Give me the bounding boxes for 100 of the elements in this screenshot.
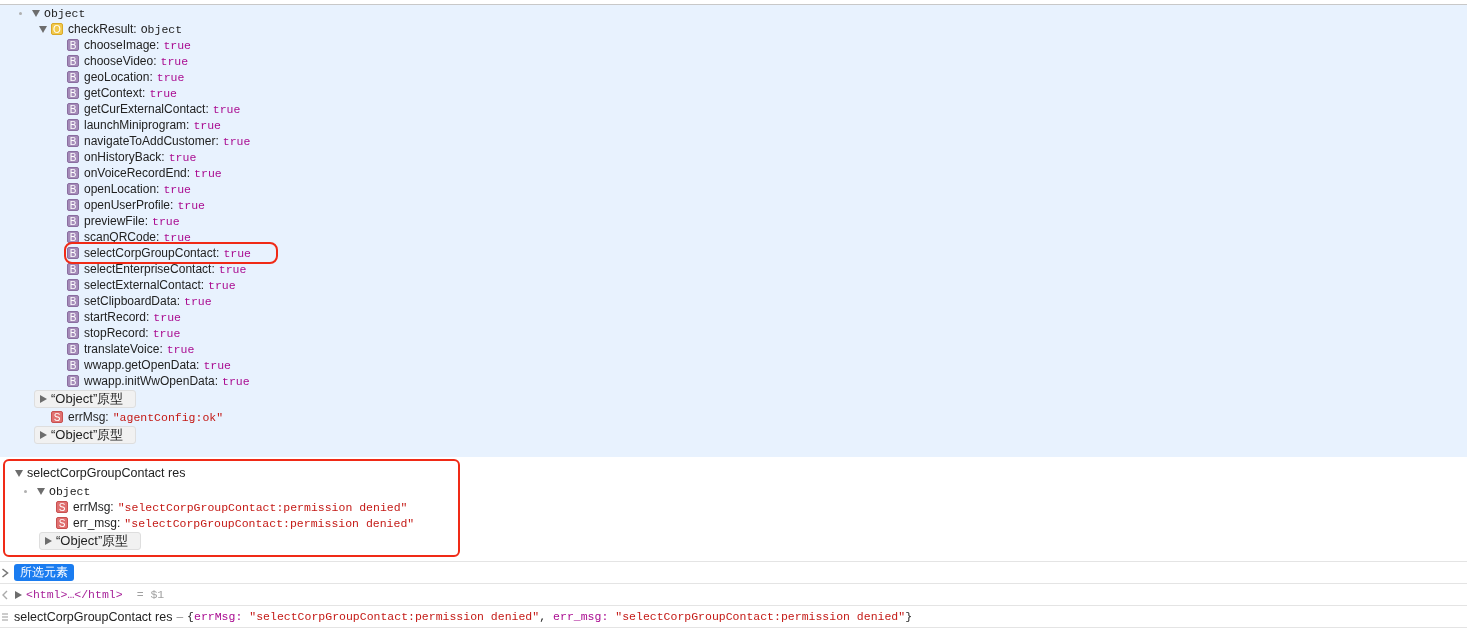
property-name: startRecord: [84, 310, 150, 324]
summary-brace: } [905, 610, 913, 623]
property-value: true [177, 198, 205, 212]
property-name: setClipboardData: [84, 294, 181, 308]
triangle-icon[interactable] [37, 487, 45, 495]
type-badge: B [67, 295, 79, 307]
prototype-button[interactable]: “Object”原型 [34, 426, 136, 444]
triangle-icon[interactable] [32, 9, 40, 17]
html-element[interactable]: <html>…</html> [26, 588, 123, 601]
property-name: selectExternalContact: [84, 278, 205, 292]
property-name: chooseVideo: [84, 54, 157, 68]
type-badge: B [67, 135, 79, 147]
type-badge: B [67, 55, 79, 67]
type-badge: B [67, 279, 79, 291]
property-name: openLocation: [84, 182, 160, 196]
summary-key: err_msg: [553, 610, 609, 623]
triangle-icon[interactable] [44, 537, 52, 545]
type-badge: B [67, 375, 79, 387]
property-name: wwapp.initWwOpenData: [84, 374, 219, 388]
property-value: true [194, 166, 222, 180]
property-name: getCurExternalContact: [84, 102, 209, 116]
prototype-button[interactable]: “Object”原型 [39, 532, 141, 550]
property-value: "selectCorpGroupContact:permission denied" [124, 516, 415, 530]
property-name: scanQRCode: [84, 230, 160, 244]
type-badge: S [56, 501, 68, 513]
property-name: getContext: [84, 86, 146, 100]
summary-value: "selectCorpGroupContact:permission denied" [615, 610, 906, 623]
prototype-button[interactable]: “Object”原型 [34, 390, 136, 408]
type-badge: B [67, 151, 79, 163]
property-value: true [222, 134, 251, 148]
type-badge: B [67, 87, 79, 99]
triangle-icon[interactable] [14, 590, 22, 599]
dash-separator: – [176, 609, 184, 624]
property-name: launchMiniprogram: [84, 118, 190, 132]
property-name: previewFile: [84, 214, 149, 228]
triangle-icon[interactable] [39, 25, 47, 33]
property-value: true [218, 262, 247, 276]
log-message: selectCorpGroupContact res [14, 609, 173, 624]
property-value: true [152, 326, 181, 340]
type-badge: B [67, 183, 79, 195]
summary-value: "selectCorpGroupContact:permission denied" [249, 610, 540, 623]
property-value: "selectCorpGroupContact:permission denied" [117, 500, 408, 514]
property-value: true [163, 230, 191, 244]
log-icon [0, 611, 10, 622]
property-name: selectEnterpriseContact: [84, 262, 215, 276]
type-badge: B [67, 359, 79, 371]
property-name: selectCorpGroupContact: [84, 246, 220, 260]
property-name: navigateToAddCustomer: [84, 134, 219, 148]
type-badge: B [67, 167, 79, 179]
property-value: true [166, 342, 195, 356]
property-value: true [160, 54, 189, 68]
type-badge: B [67, 327, 79, 339]
property-name: geoLocation: [84, 70, 153, 84]
type-badge: O [51, 23, 63, 35]
type-badge: S [51, 411, 63, 423]
object-label: Object [44, 6, 86, 20]
type-badge: B [67, 103, 79, 115]
summary-brace: { [187, 610, 194, 623]
property-name: stopRecord: [84, 326, 149, 340]
property-name: checkResult: [68, 22, 137, 36]
chevron-icon [0, 567, 10, 578]
property-value: true [223, 246, 251, 260]
property-name: chooseImage: [84, 38, 160, 52]
summary-comma: , [539, 610, 547, 623]
property-value: true [212, 102, 241, 116]
type-badge: S [56, 517, 68, 529]
property-value: true [203, 358, 231, 372]
type-badge: B [67, 311, 79, 323]
property-value: true [163, 38, 191, 52]
type-badge: B [67, 263, 79, 275]
property-value: true [193, 118, 221, 132]
property-value: true [149, 86, 177, 100]
property-name: err_msg: [73, 516, 121, 530]
property-value: true [156, 70, 185, 84]
type-badge: B [67, 119, 79, 131]
type-badge: B [67, 343, 79, 355]
property-value: true [168, 150, 197, 164]
property-value: Object [140, 22, 183, 36]
property-value: true [208, 278, 236, 292]
type-badge: B [67, 247, 79, 259]
type-badge: B [67, 215, 79, 227]
triangle-icon[interactable] [39, 431, 47, 439]
bullet-icon [24, 489, 27, 493]
object-label: Object [49, 484, 91, 498]
triangle-icon[interactable] [15, 469, 23, 477]
property-name: translateVoice: [84, 342, 163, 356]
property-value: true [152, 214, 180, 228]
type-badge: B [67, 71, 79, 83]
log-message: selectCorpGroupContact res [27, 466, 186, 480]
property-value: true [153, 310, 181, 324]
property-name: openUserProfile: [84, 198, 174, 212]
property-name: onHistoryBack: [84, 150, 165, 164]
bullet-icon [19, 11, 22, 15]
selected-element-badge[interactable]: 所选元素 [14, 564, 74, 581]
property-value: "agentConfig:ok" [112, 410, 224, 424]
property-name: onVoiceRecordEnd: [84, 166, 191, 180]
variable-label: = $1 [136, 588, 165, 601]
property-value: true [163, 182, 191, 196]
triangle-icon[interactable] [39, 395, 47, 403]
property-name: errMsg: [68, 410, 109, 424]
